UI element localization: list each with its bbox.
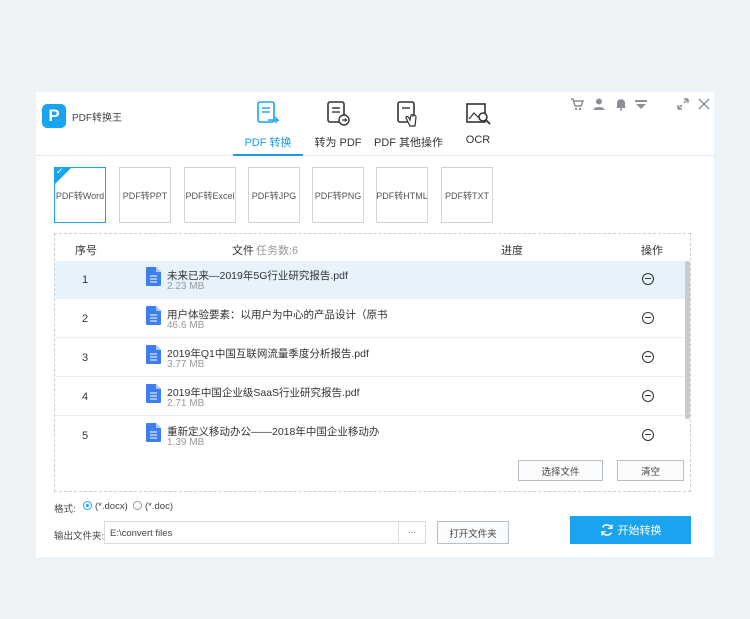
subtype-label: PDF转HTML	[376, 190, 428, 201]
remove-icon[interactable]	[642, 312, 654, 324]
check-icon: ✓	[56, 167, 64, 176]
subtype-label: PDF转PNG	[314, 190, 362, 201]
subtype-label: PDF转Excel	[185, 190, 235, 201]
remove-icon[interactable]	[642, 429, 654, 441]
pdf-tools-icon	[397, 101, 417, 127]
file-size: 2.71 MB	[167, 398, 205, 409]
subtype-pdf-to-jpg[interactable]: PDF转JPG	[248, 167, 300, 223]
cart-icon[interactable]	[570, 97, 584, 111]
file-size: 46.6 MB	[167, 320, 205, 331]
header-action: 操作	[641, 245, 663, 257]
app-window: P PDF转换王 PDF 转换 转为 PDF PDF 其他操作 OCR ✓ PD…	[36, 92, 714, 557]
document-icon	[146, 345, 161, 364]
document-icon	[146, 423, 161, 442]
app-name: PDF转换王	[72, 113, 122, 124]
row-index: 1	[82, 274, 89, 286]
file-list-panel: 序号 文件 任务数:6 进度 操作 1 未来已来—2019年5G行业研究报告.p…	[54, 233, 691, 492]
clear-button[interactable]: 清空	[617, 460, 684, 481]
row-index: 5	[82, 430, 89, 442]
menu-icon[interactable]	[634, 97, 648, 111]
radio-docx[interactable]	[83, 501, 92, 510]
pdf-convert-icon	[257, 101, 280, 124]
tab-label: OCR	[465, 134, 491, 146]
subtype-pdf-to-ppt[interactable]: PDF转PPT	[119, 167, 171, 223]
tab-to-pdf[interactable]: 转为 PDF	[312, 100, 364, 156]
scrollbar[interactable]	[685, 261, 690, 419]
start-convert-button[interactable]: 开始转换	[570, 516, 691, 544]
file-size: 3.77 MB	[167, 359, 205, 370]
subtype-pdf-to-excel[interactable]: PDF转Excel	[184, 167, 236, 223]
format-label: 格式:	[54, 504, 76, 515]
tab-ocr[interactable]: OCR	[458, 100, 498, 156]
header-file: 文件	[232, 245, 254, 257]
output-folder-label: 输出文件夹:	[54, 531, 105, 542]
subtype-label: PDF转Word	[55, 190, 105, 201]
subtype-label: PDF转JPG	[251, 190, 297, 201]
document-icon	[146, 267, 161, 286]
output-path-field[interactable]: E:\convert files	[104, 521, 426, 544]
tab-pdf-convert[interactable]: PDF 转换	[233, 100, 303, 156]
tab-pdf-tools[interactable]: PDF 其他操作	[374, 100, 444, 156]
document-icon	[146, 306, 161, 325]
task-count: 任务数:6	[256, 245, 299, 257]
open-folder-button[interactable]: 打开文件夹	[437, 521, 509, 544]
tab-label: PDF 转换	[244, 137, 292, 149]
table-row[interactable]: 5 重新定义移动办公——2018年中国企业移动办 1.39 MB	[55, 417, 685, 455]
header-index: 序号	[75, 245, 97, 257]
ocr-icon	[466, 103, 491, 125]
remove-icon[interactable]	[642, 273, 654, 285]
row-index: 3	[82, 352, 89, 364]
document-icon	[146, 384, 161, 403]
file-size: 2.23 MB	[167, 281, 205, 292]
tab-label: PDF 其他操作	[374, 137, 444, 149]
table-row[interactable]: 4 2019年中国企业级SaaS行业研究报告.pdf 2.71 MB	[55, 378, 685, 416]
subtype-label: PDF转TXT	[445, 190, 489, 201]
table-row[interactable]: 2 用户体验要素：以用户为中心的产品设计（原书 46.6 MB	[55, 300, 685, 338]
radio-doc-label[interactable]: (*.doc)	[145, 501, 173, 512]
remove-icon[interactable]	[642, 351, 654, 363]
subtype-pdf-to-txt[interactable]: PDF转TXT	[441, 167, 493, 223]
table-header: 序号 文件 任务数:6 进度 操作	[55, 234, 690, 261]
to-pdf-icon	[327, 101, 350, 126]
select-files-button[interactable]: 选择文件	[518, 460, 603, 481]
user-icon[interactable]	[592, 97, 606, 111]
tab-label: 转为 PDF	[314, 137, 362, 149]
remove-icon[interactable]	[642, 390, 654, 402]
table-row[interactable]: 1 未来已来—2019年5G行业研究报告.pdf 2.23 MB	[55, 261, 685, 299]
row-index: 2	[82, 313, 89, 325]
row-index: 4	[82, 391, 89, 403]
file-size: 1.39 MB	[167, 437, 205, 448]
subtype-label: PDF转PPT	[122, 190, 168, 201]
convert-icon	[600, 524, 613, 536]
close-icon[interactable]	[697, 97, 711, 111]
subtype-pdf-to-png[interactable]: PDF转PNG	[312, 167, 364, 223]
app-logo: P	[42, 104, 66, 128]
title-bar: P PDF转换王 PDF 转换 转为 PDF PDF 其他操作 OCR	[36, 92, 714, 156]
radio-docx-label[interactable]: (*.docx)	[95, 501, 128, 512]
header-progress: 进度	[501, 245, 523, 257]
browse-button[interactable]: ...	[398, 521, 426, 544]
bell-icon[interactable]	[614, 97, 628, 111]
restore-icon[interactable]	[676, 97, 690, 111]
table-row[interactable]: 3 2019年Q1中国互联网流量季度分析报告.pdf 3.77 MB	[55, 339, 685, 377]
start-convert-label: 开始转换	[617, 525, 662, 537]
subtype-pdf-to-html[interactable]: PDF转HTML	[376, 167, 428, 223]
radio-doc[interactable]	[133, 501, 142, 510]
subtype-pdf-to-word[interactable]: ✓ PDF转Word	[54, 167, 106, 223]
